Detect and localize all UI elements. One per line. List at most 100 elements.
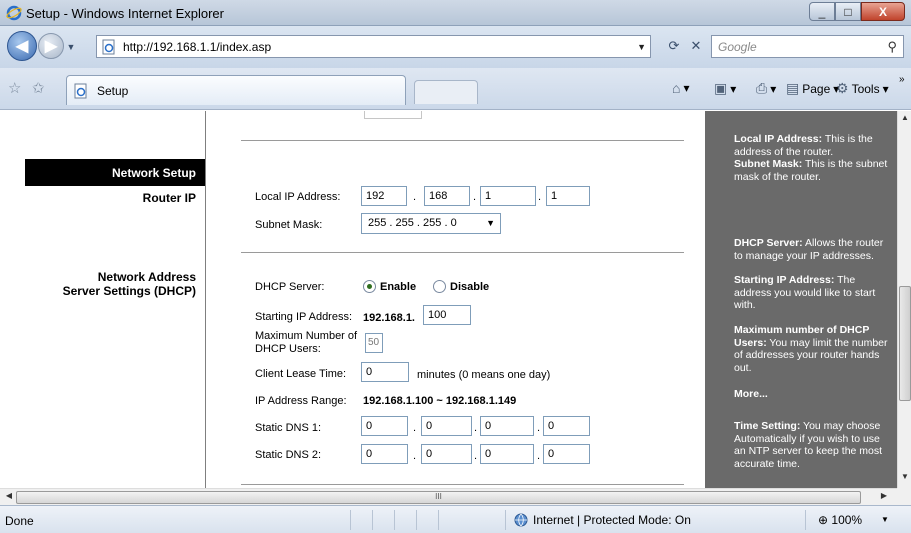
refresh-button[interactable]: ⟳ [663, 36, 685, 56]
dhcp-enable-label[interactable]: Enable [380, 281, 416, 293]
minimize-button[interactable]: _ [809, 2, 835, 21]
stop-button[interactable]: ✕ [685, 36, 707, 56]
horizontal-scrollbar[interactable]: ◀ III ▶ [0, 488, 897, 505]
forward-button[interactable]: ▶ [38, 33, 64, 59]
divider [241, 252, 684, 253]
page-icon [102, 39, 115, 54]
max-users-label-line1: Maximum Number of [255, 330, 358, 342]
scroll-up-icon[interactable]: ▲ [898, 113, 911, 127]
add-favorites-icon[interactable]: ✩ [32, 79, 45, 97]
local-ip-label: Local IP Address: [255, 191, 341, 203]
subnet-mask-value: 255 . 255 . 255 . 0 [368, 217, 457, 229]
dns1-octet-2[interactable]: 0 [421, 416, 472, 436]
lease-time-note: minutes (0 means one day) [417, 369, 551, 381]
local-ip-octet-4[interactable]: 1 [546, 186, 590, 206]
tab-label: Setup [97, 83, 129, 98]
dns2-octet-1[interactable]: 0 [361, 444, 408, 464]
section-header: Network Setup [25, 159, 205, 186]
address-bar[interactable]: http://192.168.1.1/index.asp ▼ [96, 35, 651, 58]
dhcp-enable-radio[interactable] [363, 280, 376, 293]
max-users-input[interactable]: 50 [365, 333, 383, 353]
zoom-value: 100% [831, 513, 863, 527]
octet-separator: . [474, 450, 478, 462]
security-zone-label: Internet | Protected Mode: On [533, 513, 691, 527]
status-pane-divider [805, 510, 806, 530]
feeds-button[interactable]: ▣ ▾ [714, 80, 736, 97]
search-input[interactable]: Google ⚲ [711, 35, 904, 58]
chevron-down-icon: ▼ [486, 218, 495, 228]
horizontal-scroll-thumb[interactable]: III [16, 491, 861, 504]
vertical-scrollbar[interactable]: ▲ ▼ [897, 111, 911, 488]
print-icon: ⎙ [756, 80, 768, 96]
ip-range-value: 192.168.1.100 ~ 192.168.1.149 [363, 395, 517, 407]
starting-ip-prefix: 192.168.1. [363, 312, 415, 324]
close-button[interactable]: X [861, 2, 905, 21]
dhcp-server-label: DHCP Server: [255, 281, 325, 293]
dns1-octet-4[interactable]: 0 [543, 416, 590, 436]
starting-ip-input[interactable]: 100 [423, 305, 471, 325]
help-start-title: Starting IP Address: [734, 274, 835, 286]
zoom-level[interactable]: ⊕ 100% [818, 513, 862, 527]
dhcp-disable-label[interactable]: Disable [450, 281, 489, 293]
status-text: Done [5, 514, 34, 528]
home-button[interactable]: ⌂ ▾ [672, 80, 690, 96]
local-ip-octet-2[interactable]: 168 [424, 186, 470, 206]
back-button[interactable]: ◀ [7, 31, 37, 61]
divider [241, 484, 684, 485]
lease-time-input[interactable]: 0 [361, 362, 409, 382]
dhcp-disable-radio[interactable] [433, 280, 446, 293]
status-pane-divider [438, 510, 439, 530]
tab-setup[interactable]: Setup [66, 75, 406, 105]
page-menu[interactable]: ▤ Page ▾ [786, 80, 839, 97]
static-dns2-label: Static DNS 2: [255, 449, 322, 461]
status-pane-divider [416, 510, 417, 530]
vertical-scroll-thumb[interactable] [899, 286, 911, 401]
local-ip-octet-3[interactable]: 1 [480, 186, 536, 206]
status-pane-divider [505, 510, 506, 530]
dhcp-heading-line1: Network Address [97, 270, 196, 284]
help-panel: Local IP Address: This is the address of… [705, 111, 897, 488]
help-time: Time Setting: You may choose Automatical… [734, 420, 894, 470]
address-url[interactable]: http://192.168.1.1/index.asp [123, 40, 271, 54]
scroll-corner [897, 488, 911, 505]
help-max-users: Maximum number of DHCP Users: You may li… [734, 324, 894, 374]
address-dropdown-icon[interactable]: ▼ [637, 42, 646, 52]
help-more[interactable]: More... [734, 388, 768, 400]
max-users-label-line2: DHCP Users: [255, 343, 321, 355]
scroll-down-icon[interactable]: ▼ [898, 472, 911, 486]
static-dns1-label: Static DNS 1: [255, 422, 322, 434]
scroll-left-icon[interactable]: ◀ [2, 491, 16, 504]
left-column: Network Setup Router IP Network Address … [0, 111, 205, 488]
search-placeholder: Google [718, 40, 757, 54]
status-pane-divider [350, 510, 351, 530]
dns2-octet-2[interactable]: 0 [421, 444, 472, 464]
dns2-octet-4[interactable]: 0 [543, 444, 590, 464]
local-ip-octet-1[interactable]: 192 [361, 186, 407, 206]
scroll-right-icon[interactable]: ▶ [877, 491, 891, 504]
recent-pages-dropdown-icon[interactable]: ▼ [64, 40, 78, 54]
zoom-dropdown-icon[interactable]: ▼ [881, 515, 889, 524]
help-local-ip-title: Local IP Address: [734, 133, 823, 145]
dhcp-heading-line2: Server Settings (DHCP) [62, 284, 196, 298]
help-more-link[interactable]: More... [734, 388, 894, 401]
security-zone[interactable]: Internet | Protected Mode: On [514, 513, 691, 527]
octet-separator: . [413, 422, 417, 434]
favorites-center-icon[interactable]: ☆ [8, 79, 21, 97]
new-tab-button[interactable] [414, 80, 478, 104]
router-ip-heading: Router IP [142, 191, 196, 205]
tools-menu[interactable]: ⚙ Tools ▾ [836, 80, 889, 97]
lease-time-label: Client Lease Time: [255, 368, 347, 380]
subnet-mask-select[interactable]: 255 . 255 . 255 . 0 ▼ [361, 213, 501, 234]
divider [241, 140, 684, 141]
search-icon[interactable]: ⚲ [887, 39, 897, 55]
maximize-button[interactable]: □ [835, 2, 861, 21]
octet-separator: . [413, 450, 417, 462]
help-subnet: Subnet Mask: This is the subnet mask of … [734, 158, 894, 183]
ip-range-label: IP Address Range: [255, 395, 347, 407]
dns1-octet-1[interactable]: 0 [361, 416, 408, 436]
dns1-octet-3[interactable]: 0 [480, 416, 534, 436]
more-commands-chevron-icon[interactable]: » [899, 74, 905, 85]
print-button[interactable]: ⎙ ▾ [756, 80, 776, 97]
dns2-octet-3[interactable]: 0 [480, 444, 534, 464]
tools-menu-label: Tools [851, 81, 880, 96]
